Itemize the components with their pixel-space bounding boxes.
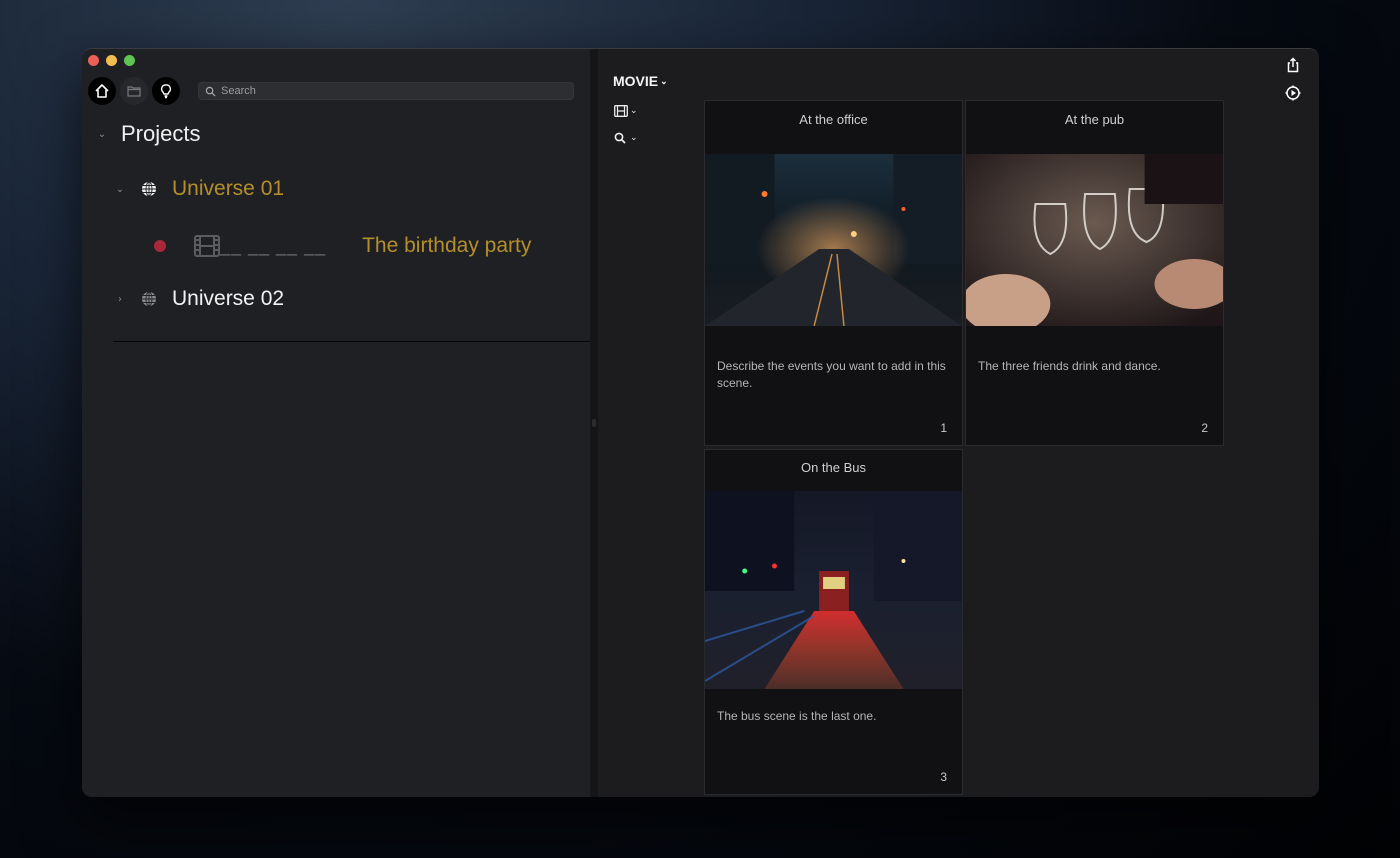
search-field[interactable] bbox=[198, 82, 574, 100]
chevron-down-icon[interactable]: ⌄ bbox=[96, 129, 108, 140]
resize-handle[interactable] bbox=[592, 419, 596, 427]
tree-item-universe-01[interactable]: ⌄ Universe 01 bbox=[114, 177, 284, 201]
movie-menu[interactable]: MOVIE ⌄ bbox=[613, 73, 668, 89]
zoom-window-button[interactable] bbox=[124, 55, 135, 66]
card-image bbox=[704, 491, 962, 689]
projects-header[interactable]: ⌄ Projects bbox=[96, 121, 201, 147]
nav-buttons bbox=[88, 77, 180, 105]
card-title: At the pub bbox=[1064, 111, 1125, 127]
card-image bbox=[705, 154, 962, 327]
card-number: 1 bbox=[940, 421, 947, 435]
universe-label: Universe 02 bbox=[172, 287, 285, 310]
card-description: The bus scene is the last one. bbox=[717, 709, 877, 723]
status-dot bbox=[154, 240, 166, 252]
film-icon bbox=[614, 105, 628, 117]
card-description: The three friends drink and dance. bbox=[978, 359, 1161, 373]
home-icon bbox=[95, 84, 109, 98]
scene-title: The birthday party bbox=[362, 234, 532, 257]
search-icon bbox=[205, 86, 216, 97]
search-menu[interactable]: ⌄ bbox=[614, 132, 638, 144]
tree-divider bbox=[113, 341, 590, 342]
chevron-right-icon[interactable]: › bbox=[114, 294, 126, 305]
globe-icon bbox=[142, 291, 156, 307]
card-image bbox=[961, 154, 1234, 334]
movie-title: MOVIE bbox=[613, 73, 659, 89]
app-window: ⌄ Projects ⌄ Universe 01 __ __ __ __ The… bbox=[82, 48, 1319, 797]
main-panel: MOVIE ⌄ ⌄ ⌄ At the office Describe the e… bbox=[598, 49, 1319, 797]
minimize-window-button[interactable] bbox=[106, 55, 117, 66]
folder-icon bbox=[127, 86, 141, 97]
search-input[interactable] bbox=[221, 85, 561, 97]
view-mode-menu[interactable]: ⌄ bbox=[614, 105, 638, 117]
universe-label: Universe 01 bbox=[172, 177, 285, 200]
share-icon[interactable] bbox=[1285, 57, 1301, 73]
film-icon bbox=[194, 235, 220, 257]
split-view-divider[interactable] bbox=[590, 49, 598, 797]
tree-item-scene[interactable]: __ __ __ __ The birthday party bbox=[154, 234, 531, 258]
chevron-down-icon: ⌄ bbox=[660, 75, 668, 86]
window-controls bbox=[88, 55, 135, 66]
globe-icon bbox=[142, 181, 156, 197]
scene-card[interactable]: On the Bus The bus scene is the last one… bbox=[704, 449, 963, 795]
folder-button[interactable] bbox=[120, 77, 148, 105]
lightbulb-icon bbox=[160, 84, 172, 99]
toolbar-right bbox=[1285, 57, 1301, 101]
card-title: At the office bbox=[799, 111, 868, 127]
sidebar: ⌄ Projects ⌄ Universe 01 __ __ __ __ The… bbox=[82, 49, 590, 797]
chevron-down-icon: ⌄ bbox=[630, 106, 638, 116]
scene-placeholder: __ __ __ __ bbox=[220, 235, 327, 256]
chevron-down-icon: ⌄ bbox=[630, 133, 638, 143]
projects-label: Projects bbox=[121, 121, 201, 146]
card-number: 2 bbox=[1201, 421, 1208, 435]
home-button[interactable] bbox=[88, 77, 116, 105]
play-settings-icon[interactable] bbox=[1285, 85, 1301, 101]
card-description: Describe the events you want to add in t… bbox=[717, 359, 946, 390]
tree-item-universe-02[interactable]: › Universe 02 bbox=[114, 287, 284, 311]
close-window-button[interactable] bbox=[88, 55, 99, 66]
chevron-down-icon[interactable]: ⌄ bbox=[114, 184, 126, 195]
card-title: On the Bus bbox=[800, 459, 867, 475]
card-number: 3 bbox=[940, 770, 947, 784]
search-icon bbox=[614, 132, 626, 144]
scene-card[interactable]: At the pub The three friends drink and d… bbox=[961, 100, 1234, 446]
ideas-button[interactable] bbox=[152, 77, 180, 105]
scene-card[interactable]: At the office Describe the events you wa… bbox=[704, 100, 963, 446]
